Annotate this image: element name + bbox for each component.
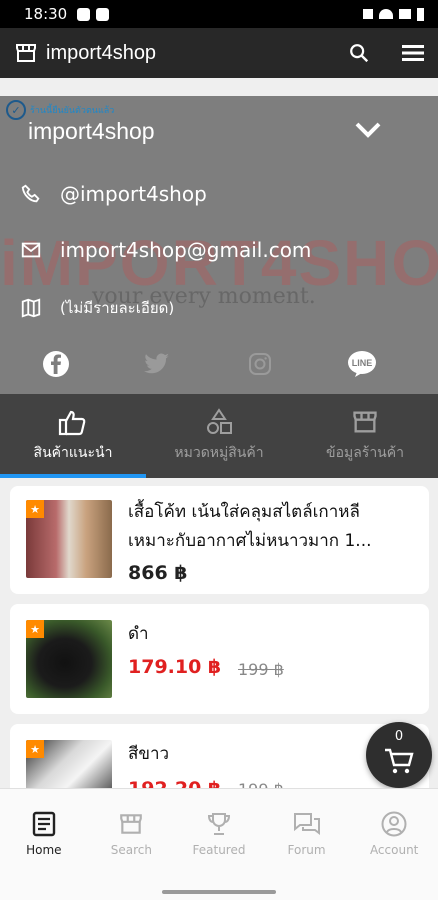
store-icon xyxy=(16,44,36,62)
shop-address[interactable]: (ไม่มีรายละเอียด) xyxy=(20,296,174,320)
app-title: import4shop xyxy=(46,41,157,64)
search-icon[interactable] xyxy=(348,42,370,64)
tab-shop-info[interactable]: ข้อมูลร้านค้า xyxy=(292,394,438,478)
nav-account[interactable]: Account xyxy=(350,789,438,879)
star-icon: ★ xyxy=(26,620,44,638)
notification-icon xyxy=(96,7,110,21)
product-name: เสื้อโค้ท เน้นใส่คลุมสไตล์เกาหลี เหมาะกั… xyxy=(128,502,372,551)
phone-text: @import4shop xyxy=(60,182,207,206)
nav-label: Featured xyxy=(192,843,246,857)
tab-recommended[interactable]: สินค้าแนะนำ xyxy=(0,394,146,478)
store-icon xyxy=(353,411,377,433)
address-text: (ไม่มีรายละเอียด) xyxy=(60,299,175,317)
app-bar: import4shop xyxy=(0,28,438,78)
categories-icon xyxy=(207,408,232,434)
nav-label: Home xyxy=(26,843,62,857)
shop-name: import4shop xyxy=(28,118,155,144)
nav-search[interactable]: Search xyxy=(88,789,176,879)
map-icon xyxy=(21,298,41,318)
shop-email[interactable]: import4shop@gmail.com xyxy=(20,238,311,262)
product-card[interactable]: ★ เสื้อโค้ท เน้นใส่คลุมสไตล์เกาหลี เหมาะ… xyxy=(10,486,429,594)
product-image: ★ xyxy=(26,620,112,698)
product-price: 179.10 ฿ xyxy=(128,656,222,678)
product-image: ★ xyxy=(26,500,112,578)
status-indicators xyxy=(363,7,424,21)
email-icon xyxy=(21,242,41,258)
thumbs-up-icon xyxy=(58,410,86,436)
svg-text:LINE: LINE xyxy=(352,358,373,368)
email-text: import4shop@gmail.com xyxy=(60,238,312,262)
nav-home[interactable]: Home xyxy=(0,789,88,879)
notification-icon xyxy=(77,7,91,21)
menu-icon[interactable] xyxy=(402,43,424,63)
bottom-navigation: Home Search Featured Forum Account xyxy=(0,788,438,900)
nav-featured[interactable]: Featured xyxy=(175,789,263,879)
forum-icon xyxy=(293,813,320,835)
instagram-icon[interactable] xyxy=(245,350,275,378)
nav-label: Forum xyxy=(287,843,326,857)
chevron-down-icon[interactable] xyxy=(354,118,382,142)
verified-badge: ✓ ร้านนี้ยืนยันตัวตนแล้ว xyxy=(6,100,114,120)
store-icon xyxy=(120,814,143,834)
star-icon: ★ xyxy=(26,500,44,518)
cart-icon xyxy=(385,748,414,774)
nav-label: Search xyxy=(110,843,152,857)
shop-tabs: สินค้าแนะนำ หมวดหมู่สินค้า ข้อมูลร้านค้า xyxy=(0,394,438,478)
battery-icon xyxy=(417,7,424,21)
cart-button[interactable]: 0 xyxy=(366,722,432,788)
home-indicator[interactable] xyxy=(162,890,276,894)
nav-forum[interactable]: Forum xyxy=(263,789,351,879)
trophy-icon xyxy=(207,813,230,835)
nav-label: Account xyxy=(369,843,419,857)
tab-categories[interactable]: หมวดหมู่สินค้า xyxy=(146,394,292,478)
tab-label: หมวดหมู่สินค้า xyxy=(174,445,264,461)
shop-phone[interactable]: @import4shop xyxy=(20,182,207,206)
line-icon[interactable]: LINE xyxy=(347,350,377,378)
phone-icon xyxy=(21,184,40,203)
tab-label: ข้อมูลร้านค้า xyxy=(326,445,404,461)
home-icon xyxy=(32,811,55,837)
mute-icon xyxy=(363,9,373,19)
wifi-icon xyxy=(379,9,393,19)
status-time: 18:30 xyxy=(24,5,68,23)
status-bar: 18:30 xyxy=(0,0,438,28)
cart-count: 0 xyxy=(394,729,404,744)
product-card[interactable]: ★ ดำ 179.10 ฿ 199 ฿ xyxy=(10,604,429,714)
shop-info-panel: iMPORT4SHOP your every moment. ✓ ร้านนี้… xyxy=(0,96,438,394)
verified-label: ร้านนี้ยืนยันตัวตนแล้ว xyxy=(30,106,115,116)
facebook-icon[interactable] xyxy=(41,350,71,378)
product-name: ดำ xyxy=(128,624,149,644)
star-icon: ★ xyxy=(26,740,44,758)
signal-icon xyxy=(399,9,411,19)
account-icon xyxy=(381,811,407,837)
product-old-price: 199 ฿ xyxy=(238,660,284,679)
twitter-icon[interactable] xyxy=(142,350,172,378)
tab-label: สินค้าแนะนำ xyxy=(33,445,113,461)
product-price: 866 ฿ xyxy=(128,562,188,584)
check-icon: ✓ xyxy=(6,100,26,120)
